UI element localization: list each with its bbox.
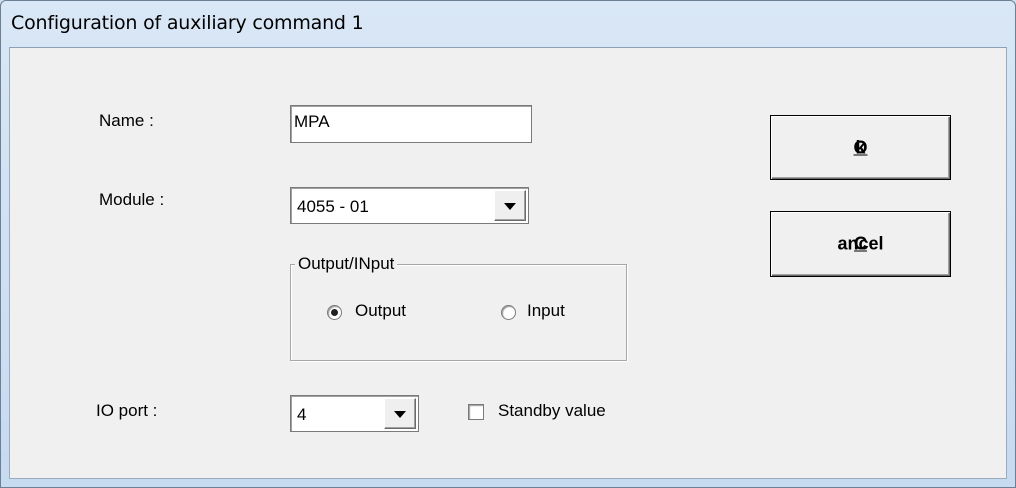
- dialog-window: Configuration of auxiliary command 1 Nam…: [0, 0, 1016, 488]
- dialog-body: Name : MPA Module : 4055 - 01 Output/INp…: [9, 47, 1007, 479]
- chevron-down-icon: [504, 202, 516, 210]
- standby-checkbox-label[interactable]: Standby value: [498, 401, 606, 421]
- ok-label-rest: k: [855, 137, 866, 157]
- window-title: Configuration of auxiliary command 1: [11, 12, 364, 34]
- output-input-groupbox: Output/INput Output Input: [290, 254, 627, 361]
- title-bar[interactable]: Configuration of auxiliary command 1: [1, 1, 1015, 47]
- module-label: Module :: [99, 190, 165, 209]
- output-radio-label[interactable]: Output: [355, 301, 406, 321]
- module-select[interactable]: 4055 - 01: [290, 187, 529, 224]
- io-port-select[interactable]: 4: [290, 395, 419, 432]
- name-input-value: MPA: [294, 112, 330, 131]
- module-select-value: 4055 - 01: [297, 197, 369, 216]
- module-dropdown-button[interactable]: [494, 190, 526, 221]
- ok-button[interactable]: Ok: [770, 115, 951, 180]
- output-radio[interactable]: [327, 305, 342, 320]
- cancel-label-rest: ancel: [837, 233, 884, 254]
- io-port-dropdown-button[interactable]: [384, 398, 416, 429]
- input-radio-label[interactable]: Input: [527, 301, 565, 321]
- cancel-button[interactable]: Cancel: [770, 211, 951, 277]
- standby-checkbox[interactable]: [468, 404, 484, 420]
- name-label: Name :: [99, 111, 154, 130]
- io-port-select-value: 4: [297, 405, 307, 424]
- input-radio[interactable]: [501, 305, 516, 320]
- io-port-label: IO port :: [96, 401, 158, 420]
- chevron-down-icon: [394, 410, 406, 418]
- name-input[interactable]: MPA: [290, 105, 532, 143]
- groupbox-title: Output/INput: [295, 254, 398, 274]
